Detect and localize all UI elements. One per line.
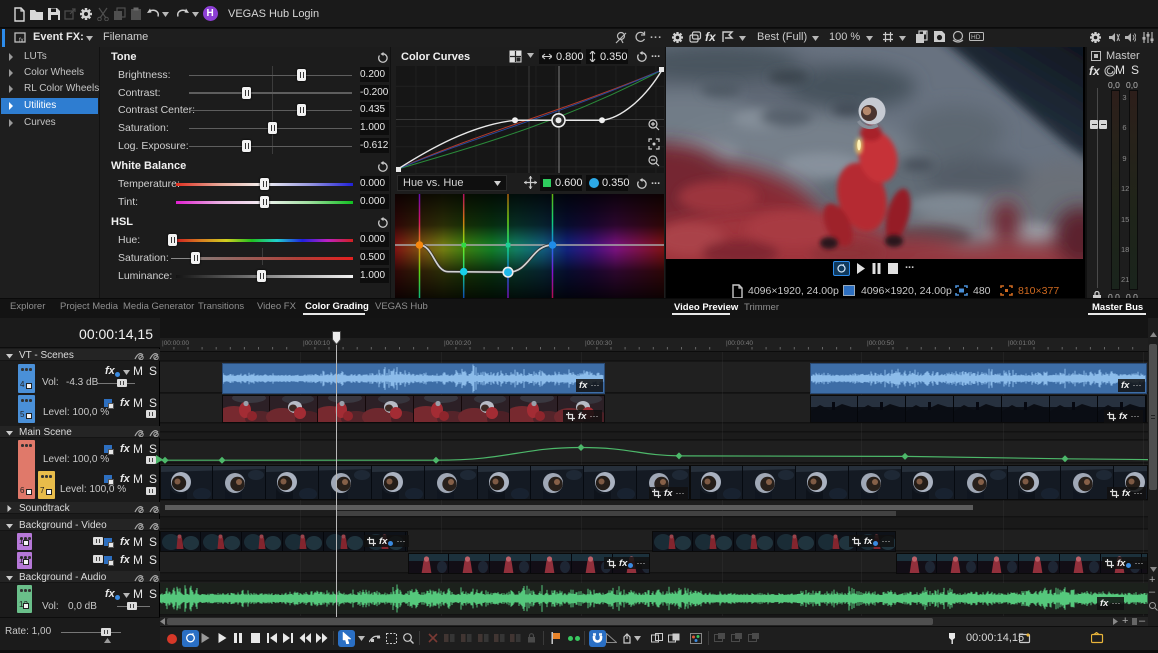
svg-text:|00:00:10: |00:00:10 bbox=[303, 340, 330, 347]
svg-text:fx: fx bbox=[19, 38, 24, 44]
svg-text:|00:00:40: |00:00:40 bbox=[726, 340, 753, 347]
svg-text:HD: HD bbox=[971, 34, 981, 41]
svg-text:|00:01:00: |00:01:00 bbox=[1008, 340, 1035, 347]
svg-text:|00:00:00: |00:00:00 bbox=[162, 340, 189, 347]
svg-text:|00:00:30: |00:00:30 bbox=[585, 340, 612, 347]
svg-text:|00:00:50: |00:00:50 bbox=[867, 340, 894, 347]
svg-text:|00:00:20: |00:00:20 bbox=[444, 340, 471, 347]
